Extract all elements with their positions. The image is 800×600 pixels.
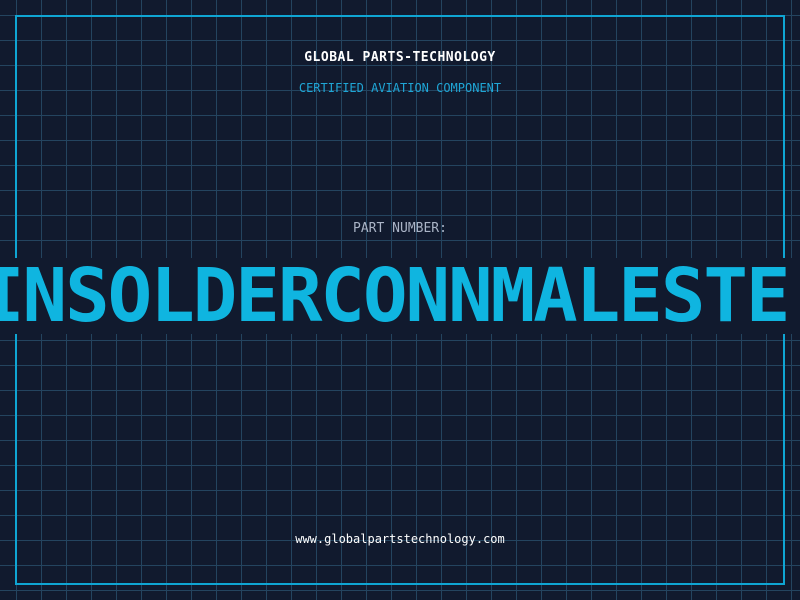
website-url: www.globalpartstechnology.com <box>295 532 505 546</box>
part-number-label: PART NUMBER: <box>353 221 447 236</box>
part-number-value: INSOLDERCONNMALESTE <box>0 258 790 334</box>
part-label-card: GLOBAL PARTS-TECHNOLOGY CERTIFIED AVIATI… <box>0 0 800 600</box>
brand-title: GLOBAL PARTS-TECHNOLOGY <box>304 50 496 65</box>
certification-subtitle: CERTIFIED AVIATION COMPONENT <box>298 81 502 95</box>
part-number-band: INSOLDERCONNMALESTE <box>0 258 800 334</box>
